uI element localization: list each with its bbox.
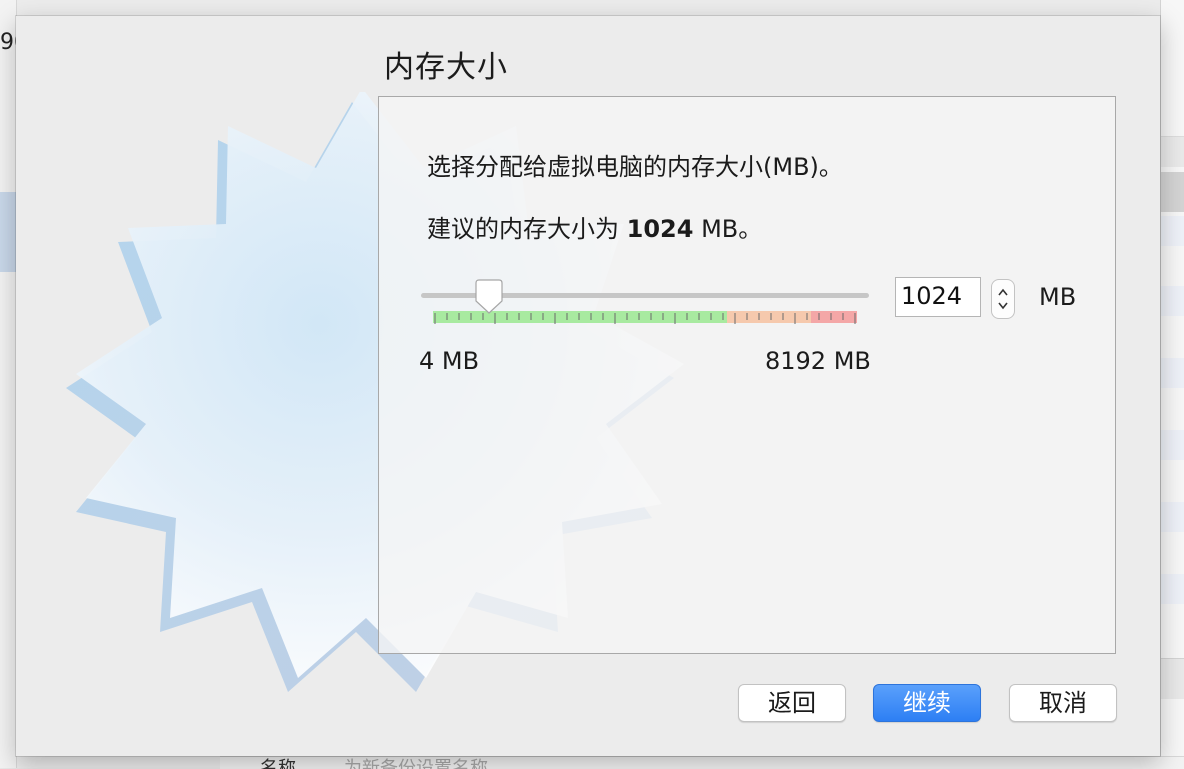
background-bottom-form: 名称 为新备份设置名称 (220, 756, 1184, 769)
slider-zone-orange (727, 311, 811, 323)
page-title: 内存大小 (384, 50, 508, 85)
recommendation-suffix: MB。 (693, 215, 763, 243)
memory-unit-label: MB (1039, 283, 1077, 311)
slider-max-label: 8192 MB (765, 347, 871, 375)
list-row (1161, 216, 1184, 246)
list-row (1161, 172, 1184, 212)
memory-slider-thumb[interactable] (473, 279, 505, 315)
back-button[interactable]: 返回 (738, 684, 846, 722)
continue-button[interactable]: 继续 (873, 684, 981, 722)
list-row (1161, 358, 1184, 388)
background-left-pane (0, 0, 17, 768)
slider-zone-red (811, 311, 857, 323)
recommended-memory-value: 1024 (626, 215, 694, 243)
cancel-button[interactable]: 取消 (1009, 684, 1117, 722)
slider-min-label: 4 MB (419, 347, 480, 375)
list-row (1161, 286, 1184, 316)
memory-size-input[interactable]: 1024 (895, 277, 981, 317)
memory-settings-panel: 选择分配给虚拟电脑的内存大小(MB)。 建议的内存大小为 1024 MB。 10… (378, 96, 1116, 654)
list-row (1161, 574, 1184, 604)
list-row (1161, 502, 1184, 532)
chevron-up-down-icon (998, 288, 1008, 310)
recommendation-prefix: 建议的内存大小为 (427, 215, 627, 243)
recommendation-text: 建议的内存大小为 1024 MB。 (427, 209, 762, 244)
memory-size-stepper[interactable] (991, 279, 1015, 319)
background-right-list (1160, 0, 1184, 768)
list-row (1161, 136, 1184, 167)
memory-size-dialog: 内存大小 选择分配给虚拟电脑的内存大小(MB)。 建议的内存大小为 1024 M… (16, 16, 1160, 756)
description-text: 选择分配给虚拟电脑的内存大小(MB)。 (427, 153, 843, 181)
background-left-selected-row (0, 192, 16, 272)
list-row (1161, 430, 1184, 460)
list-row (1161, 658, 1184, 699)
